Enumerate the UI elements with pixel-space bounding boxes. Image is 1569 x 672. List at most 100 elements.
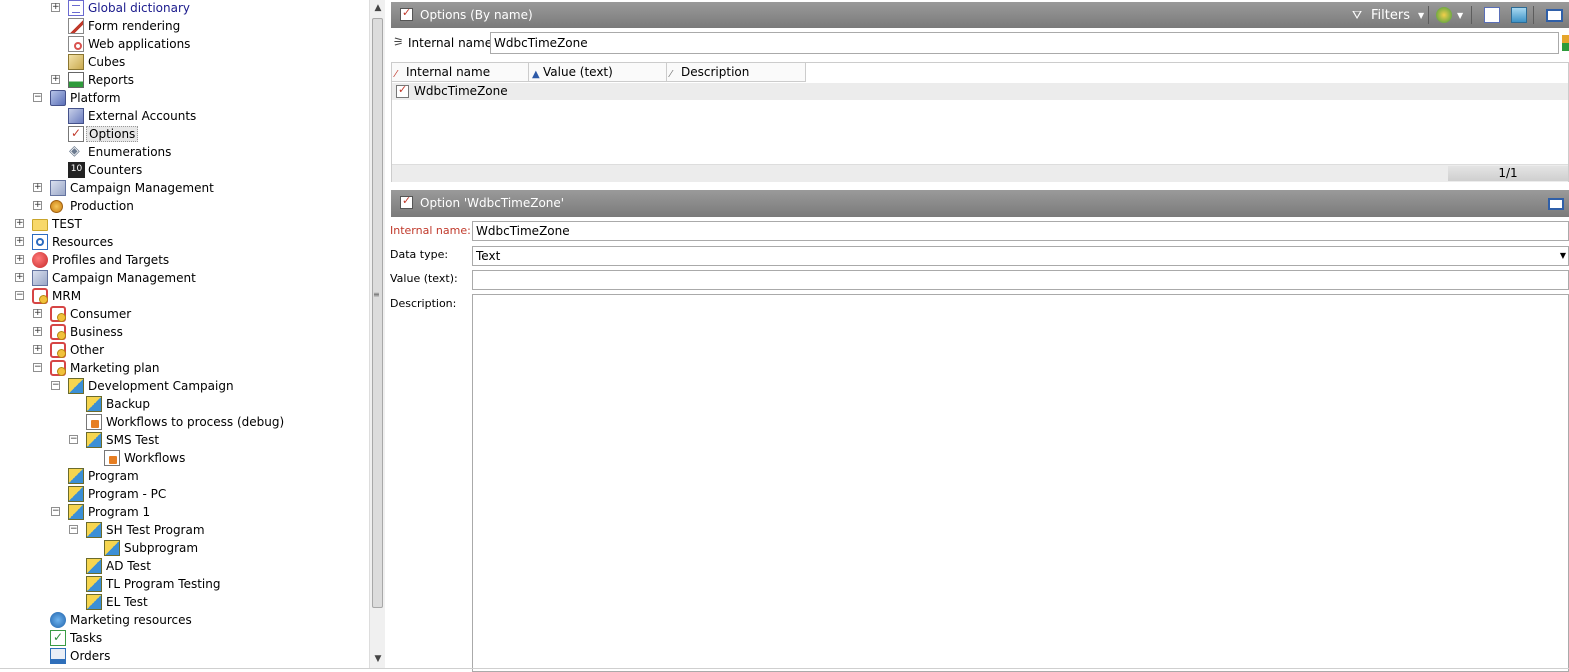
resources-icon: [32, 234, 48, 250]
tree-item[interactable]: External Accounts: [0, 107, 369, 125]
tree-item[interactable]: Orders: [0, 647, 369, 665]
tree-item[interactable]: − SH Test Program: [0, 521, 369, 539]
tree-item[interactable]: + Consumer: [0, 305, 369, 323]
tree-item[interactable]: Workflows to process (debug): [0, 413, 369, 431]
campaign-management-icon: [32, 270, 48, 286]
collapse-icon[interactable]: −: [69, 435, 78, 444]
tree-item[interactable]: + Production: [0, 197, 369, 215]
collapse-icon[interactable]: −: [69, 525, 78, 534]
description-textarea[interactable]: [472, 294, 1569, 672]
tree-item[interactable]: Cubes: [0, 53, 369, 71]
filter-icon[interactable]: ⛛: [1352, 8, 1368, 24]
tree-item[interactable]: + Other: [0, 341, 369, 359]
scroll-up-icon[interactable]: ▲: [370, 0, 386, 16]
form-rendering-icon: [68, 18, 84, 34]
program-icon: [86, 396, 102, 412]
maximize-icon[interactable]: [1546, 9, 1563, 22]
tree-item[interactable]: Marketing resources: [0, 611, 369, 629]
column-header-value[interactable]: ▲ Value (text): [529, 63, 667, 82]
expand-icon[interactable]: +: [33, 327, 42, 336]
tree-item[interactable]: + Campaign Management: [0, 179, 369, 197]
orders-icon: [50, 648, 66, 664]
search-input[interactable]: WdbcTimeZone: [490, 32, 1559, 54]
tree-item[interactable]: 10 Counters: [0, 161, 369, 179]
scroll-thumb[interactable]: [372, 18, 383, 608]
tree-scrollbar[interactable]: ▲ ≡ ▼: [369, 0, 385, 668]
chevron-down-icon[interactable]: ▼: [1558, 247, 1568, 265]
expand-icon[interactable]: +: [33, 345, 42, 354]
internal-name-field[interactable]: WdbcTimeZone: [472, 221, 1569, 241]
column-header-internal-name[interactable]: ⁄ Internal name: [392, 63, 529, 82]
collapse-icon[interactable]: −: [51, 381, 60, 390]
apply-filter-icon[interactable]: [1562, 35, 1569, 51]
option-icon: [396, 83, 409, 98]
sort-ascending-icon: ▲: [532, 69, 540, 80]
tree-item[interactable]: Program - PC: [0, 485, 369, 503]
tree-item[interactable]: Form rendering: [0, 17, 369, 35]
tree-item[interactable]: − Development Campaign: [0, 377, 369, 395]
window-bottom-border: [0, 668, 1569, 669]
expand-icon[interactable]: +: [33, 309, 42, 318]
tree-item[interactable]: Options: [0, 125, 369, 143]
delete-icon[interactable]: [1511, 7, 1527, 23]
tree-item-label: Workflows: [124, 451, 186, 465]
internal-name-label: Internal name:: [390, 224, 471, 237]
data-type-label: Data type:: [390, 248, 449, 261]
expand-icon[interactable]: +: [15, 219, 24, 228]
collapse-icon[interactable]: −: [33, 93, 42, 102]
enumerations-icon: [68, 143, 84, 160]
tree-item[interactable]: + Business: [0, 323, 369, 341]
tree-item-label: Counters: [88, 163, 143, 177]
tree-item[interactable]: + Campaign Management: [0, 269, 369, 287]
tree-item[interactable]: − SMS Test: [0, 431, 369, 449]
folder-icon: [32, 219, 48, 231]
tree-item[interactable]: + Profiles and Targets: [0, 251, 369, 269]
tree-item[interactable]: − Marketing plan: [0, 359, 369, 377]
tree-item[interactable]: Program: [0, 467, 369, 485]
tree-item-label: Production: [70, 199, 134, 213]
tree-item[interactable]: AD Test: [0, 557, 369, 575]
expand-icon[interactable]: +: [51, 3, 60, 12]
expand-icon[interactable]: +: [51, 75, 60, 84]
new-item-icon[interactable]: [1484, 7, 1500, 23]
tree-item[interactable]: − MRM: [0, 287, 369, 305]
refresh-icon[interactable]: [1436, 7, 1452, 23]
tree-item[interactable]: + TEST: [0, 215, 369, 233]
expand-icon[interactable]: +: [15, 237, 24, 246]
data-type-select[interactable]: Text ▼: [472, 246, 1569, 266]
filters-button[interactable]: Filters ▼: [1371, 6, 1424, 24]
tree-item-label: Resources: [52, 235, 114, 249]
tree-item[interactable]: Backup: [0, 395, 369, 413]
tree-item-label: Campaign Management: [70, 181, 214, 195]
scroll-down-icon[interactable]: ▼: [370, 651, 386, 667]
tree-item[interactable]: − Platform: [0, 89, 369, 107]
value-field[interactable]: [472, 270, 1569, 290]
collapse-icon[interactable]: −: [15, 291, 24, 300]
tree-item[interactable]: TL Program Testing: [0, 575, 369, 593]
expand-icon[interactable]: +: [33, 201, 42, 210]
tree-item[interactable]: − Program 1: [0, 503, 369, 521]
column-header-description[interactable]: ⁄ Description: [667, 63, 806, 82]
tree-item-label: Web applications: [88, 37, 191, 51]
expand-icon[interactable]: +: [33, 183, 42, 192]
tree-item[interactable]: + Resources: [0, 233, 369, 251]
tree-item[interactable]: Workflows: [0, 449, 369, 467]
toolbar-separator: [1533, 6, 1534, 24]
collapse-icon[interactable]: −: [51, 507, 60, 516]
expand-icon[interactable]: +: [15, 255, 24, 264]
tree-item[interactable]: + Global dictionary: [0, 0, 369, 17]
chevron-down-icon[interactable]: ▼: [1457, 6, 1463, 24]
tree-item[interactable]: Web applications: [0, 35, 369, 53]
tree-item-label: Program - PC: [88, 487, 167, 501]
tree-item[interactable]: Subprogram: [0, 539, 369, 557]
tree-item[interactable]: EL Test: [0, 593, 369, 611]
list-footer: 1/1: [392, 164, 1568, 182]
maximize-icon[interactable]: [1548, 198, 1564, 210]
collapse-icon[interactable]: −: [33, 363, 42, 372]
tree-item-label: Tasks: [70, 631, 103, 645]
tree-item[interactable]: Tasks: [0, 629, 369, 647]
table-row[interactable]: WdbcTimeZone: [392, 83, 1568, 100]
tree-item[interactable]: + Reports: [0, 71, 369, 89]
tree-item[interactable]: Enumerations: [0, 143, 369, 161]
expand-icon[interactable]: +: [15, 273, 24, 282]
